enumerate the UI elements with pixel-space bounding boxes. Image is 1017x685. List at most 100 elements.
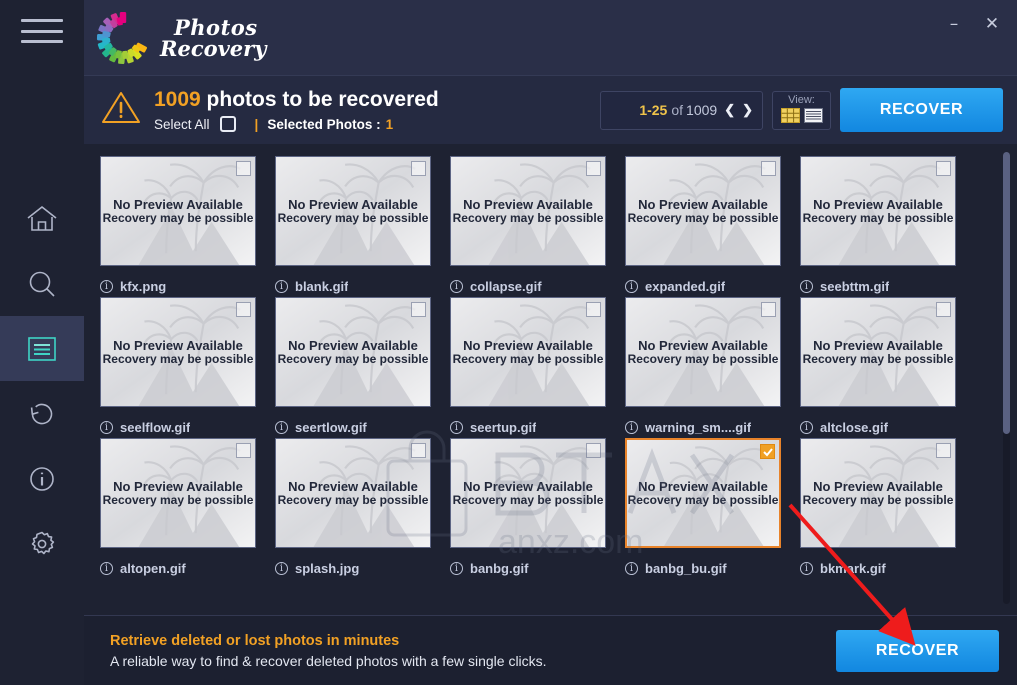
photo-checkbox[interactable] bbox=[236, 302, 251, 317]
photo-checkbox[interactable] bbox=[936, 302, 951, 317]
photo-thumbnail[interactable]: No Preview Available Recovery may be poss… bbox=[100, 297, 256, 407]
info-icon[interactable]: i bbox=[275, 561, 288, 575]
info-icon[interactable]: i bbox=[100, 420, 113, 434]
grid-view-icon[interactable] bbox=[780, 107, 800, 128]
no-preview-text: No Preview Available Recovery may be poss… bbox=[276, 298, 430, 406]
photo-cell: No Preview Available Recovery may be poss… bbox=[100, 438, 275, 579]
info-icon[interactable]: i bbox=[275, 279, 288, 293]
photo-thumbnail[interactable]: No Preview Available Recovery may be poss… bbox=[800, 297, 956, 407]
photo-thumbnail[interactable]: No Preview Available Recovery may be poss… bbox=[450, 297, 606, 407]
scrollbar-thumb[interactable] bbox=[1003, 152, 1010, 434]
logo-line-photos: Photos bbox=[174, 14, 258, 40]
no-preview-line2: Recovery may be possible bbox=[452, 352, 604, 366]
home-icon bbox=[25, 203, 59, 235]
sidebar-item-info[interactable] bbox=[0, 446, 84, 511]
photo-thumbnail[interactable]: No Preview Available Recovery may be poss… bbox=[275, 438, 431, 548]
photo-thumbnail[interactable]: No Preview Available Recovery may be poss… bbox=[625, 297, 781, 407]
photo-checkbox[interactable] bbox=[586, 161, 601, 176]
photo-checkbox[interactable] bbox=[411, 443, 426, 458]
chevron-left-icon[interactable]: ❮ bbox=[724, 102, 735, 118]
info-icon[interactable]: i bbox=[625, 561, 638, 575]
photo-thumbnail[interactable]: No Preview Available Recovery may be poss… bbox=[625, 438, 781, 548]
photo-thumbnail[interactable]: No Preview Available Recovery may be poss… bbox=[100, 156, 256, 266]
photo-thumbnail[interactable]: No Preview Available Recovery may be poss… bbox=[450, 156, 606, 266]
photo-thumbnail[interactable]: No Preview Available Recovery may be poss… bbox=[100, 438, 256, 548]
photo-filename: altopen.gif bbox=[120, 560, 186, 576]
sidebar-item-home[interactable] bbox=[0, 186, 84, 251]
photo-thumbnail[interactable]: No Preview Available Recovery may be poss… bbox=[625, 156, 781, 266]
info-icon[interactable]: i bbox=[800, 279, 813, 293]
minimize-icon[interactable]: – bbox=[939, 10, 969, 38]
view-icons bbox=[780, 107, 823, 128]
sidebar-item-list[interactable] bbox=[0, 316, 84, 381]
no-preview-line1: No Preview Available bbox=[813, 197, 943, 212]
pagination-range: 1-25 bbox=[639, 102, 668, 118]
no-preview-line2: Recovery may be possible bbox=[277, 493, 429, 507]
photo-checkbox-checked[interactable] bbox=[760, 444, 775, 459]
photo-thumbnail[interactable]: No Preview Available Recovery may be poss… bbox=[275, 156, 431, 266]
info-icon[interactable]: i bbox=[800, 561, 813, 575]
sidebar-item-settings[interactable] bbox=[0, 511, 84, 576]
photo-filename: banbg.gif bbox=[470, 560, 529, 576]
info-icon[interactable]: i bbox=[800, 420, 813, 434]
chevron-right-icon[interactable]: ❯ bbox=[742, 102, 753, 118]
photo-filename: banbg_bu.gif bbox=[645, 560, 727, 576]
info-icon[interactable]: i bbox=[625, 279, 638, 293]
photo-filename: seertlow.gif bbox=[295, 419, 367, 435]
scrollbar-track[interactable] bbox=[1003, 152, 1010, 604]
recover-button-top[interactable]: RECOVER bbox=[840, 88, 1003, 132]
hamburger-menu-icon[interactable] bbox=[21, 16, 63, 46]
no-preview-line1: No Preview Available bbox=[638, 338, 768, 353]
info-icon[interactable]: i bbox=[100, 279, 113, 293]
photo-filename: splash.jpg bbox=[295, 560, 360, 576]
photo-thumbnail[interactable]: No Preview Available Recovery may be poss… bbox=[800, 438, 956, 548]
info-icon[interactable]: i bbox=[450, 561, 463, 575]
photo-checkbox[interactable] bbox=[411, 302, 426, 317]
photo-checkbox[interactable] bbox=[761, 161, 776, 176]
photo-checkbox[interactable] bbox=[411, 161, 426, 176]
photo-checkbox[interactable] bbox=[761, 302, 776, 317]
photo-thumbnail[interactable]: No Preview Available Recovery may be poss… bbox=[275, 297, 431, 407]
no-preview-text: No Preview Available Recovery may be poss… bbox=[101, 157, 255, 265]
no-preview-line2: Recovery may be possible bbox=[102, 352, 254, 366]
recover-button-bottom[interactable]: RECOVER bbox=[836, 629, 999, 672]
logo-line-recovery: Recovery bbox=[160, 35, 267, 61]
info-icon[interactable]: i bbox=[275, 420, 288, 434]
photo-checkbox[interactable] bbox=[236, 443, 251, 458]
photo-filename: blank.gif bbox=[295, 278, 349, 294]
info-icon[interactable]: i bbox=[625, 420, 638, 434]
sidebar-item-search[interactable] bbox=[0, 251, 84, 316]
photo-cell: No Preview Available Recovery may be poss… bbox=[275, 438, 450, 579]
pagination-of: of bbox=[671, 102, 684, 118]
no-preview-text: No Preview Available Recovery may be poss… bbox=[276, 439, 430, 547]
photo-cell: No Preview Available Recovery may be poss… bbox=[275, 156, 450, 297]
photo-checkbox[interactable] bbox=[236, 161, 251, 176]
list-view-icon[interactable] bbox=[803, 107, 823, 128]
no-preview-text: No Preview Available Recovery may be poss… bbox=[801, 157, 955, 265]
photo-caption: i splash.jpg bbox=[275, 557, 450, 579]
info-icon[interactable]: i bbox=[450, 279, 463, 293]
no-preview-line2: Recovery may be possible bbox=[452, 493, 604, 507]
info-icon[interactable]: i bbox=[100, 561, 113, 575]
photo-filename: warning_sm....gif bbox=[645, 419, 752, 435]
info-icon bbox=[26, 463, 58, 495]
photo-checkbox[interactable] bbox=[586, 302, 601, 317]
search-icon bbox=[26, 268, 58, 300]
info-icon[interactable]: i bbox=[450, 420, 463, 434]
main-area: Photos Recovery – ✕ 1009 photos to be re… bbox=[84, 0, 1017, 685]
no-preview-line1: No Preview Available bbox=[113, 338, 243, 353]
photo-caption: i collapse.gif bbox=[450, 275, 625, 297]
photo-thumbnail[interactable]: No Preview Available Recovery may be poss… bbox=[800, 156, 956, 266]
select-all-checkbox[interactable] bbox=[219, 116, 236, 133]
no-preview-text: No Preview Available Recovery may be poss… bbox=[626, 298, 780, 406]
sidebar-item-restore[interactable] bbox=[0, 381, 84, 446]
no-preview-line1: No Preview Available bbox=[463, 197, 593, 212]
photo-thumbnail[interactable]: No Preview Available Recovery may be poss… bbox=[450, 438, 606, 548]
close-icon[interactable]: ✕ bbox=[977, 10, 1007, 38]
photo-checkbox[interactable] bbox=[936, 161, 951, 176]
photo-checkbox[interactable] bbox=[586, 443, 601, 458]
photo-filename: bkmark.gif bbox=[820, 560, 886, 576]
photo-caption: i blank.gif bbox=[275, 275, 450, 297]
photo-checkbox[interactable] bbox=[936, 443, 951, 458]
no-preview-line2: Recovery may be possible bbox=[277, 352, 429, 366]
